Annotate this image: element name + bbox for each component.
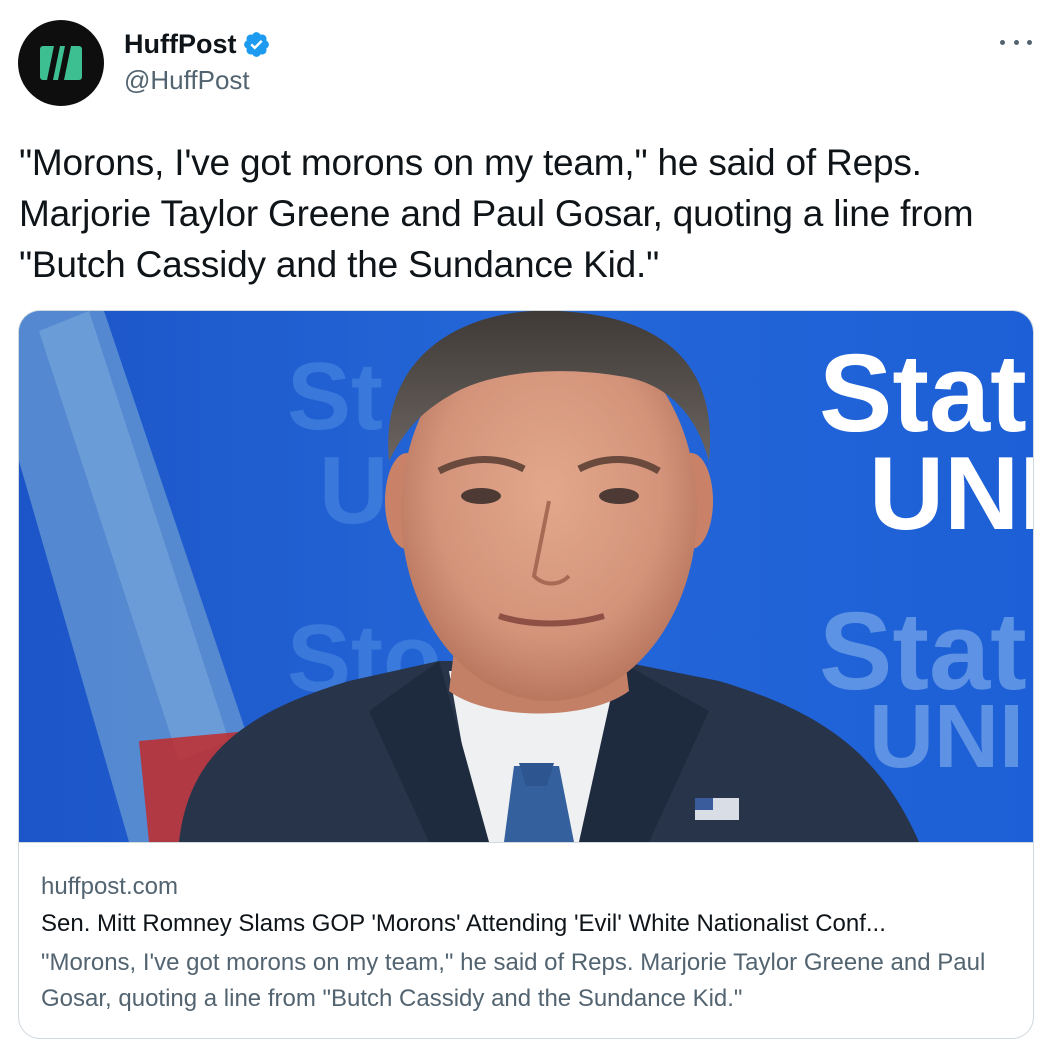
author-name[interactable]: HuffPost [124,27,271,61]
verified-badge-icon [244,31,270,57]
link-card[interactable]: St U Sto Stat UNI Stat UNI huffpost.com … [18,310,1034,1039]
news-photo-icon: St U Sto Stat UNI Stat UNI [19,311,1034,842]
svg-text:U: U [319,437,388,544]
huffpost-logo-icon [40,46,82,80]
card-domain: huffpost.com [41,873,178,900]
author-handle[interactable]: @HuffPost [124,64,250,96]
card-body[interactable]: huffpost.com Sen. Mitt Romney Slams GOP … [19,842,1033,1038]
avatar[interactable] [18,20,104,106]
card-description: "Morons, I've got morons on my team," he… [41,949,986,1012]
svg-text:UNI: UNI [869,436,1034,552]
card-title[interactable]: Sen. Mitt Romney Slams GOP 'Morons' Atte… [41,908,1011,940]
card-image[interactable]: St U Sto Stat UNI Stat UNI [19,311,1034,842]
svg-text:St: St [287,343,383,450]
display-name[interactable]: HuffPost [124,27,236,61]
svg-text:UNI: UNI [869,687,1024,787]
more-options-icon[interactable] [1000,30,1032,54]
tweet-text: "Morons, I've got morons on my team," he… [19,142,974,285]
